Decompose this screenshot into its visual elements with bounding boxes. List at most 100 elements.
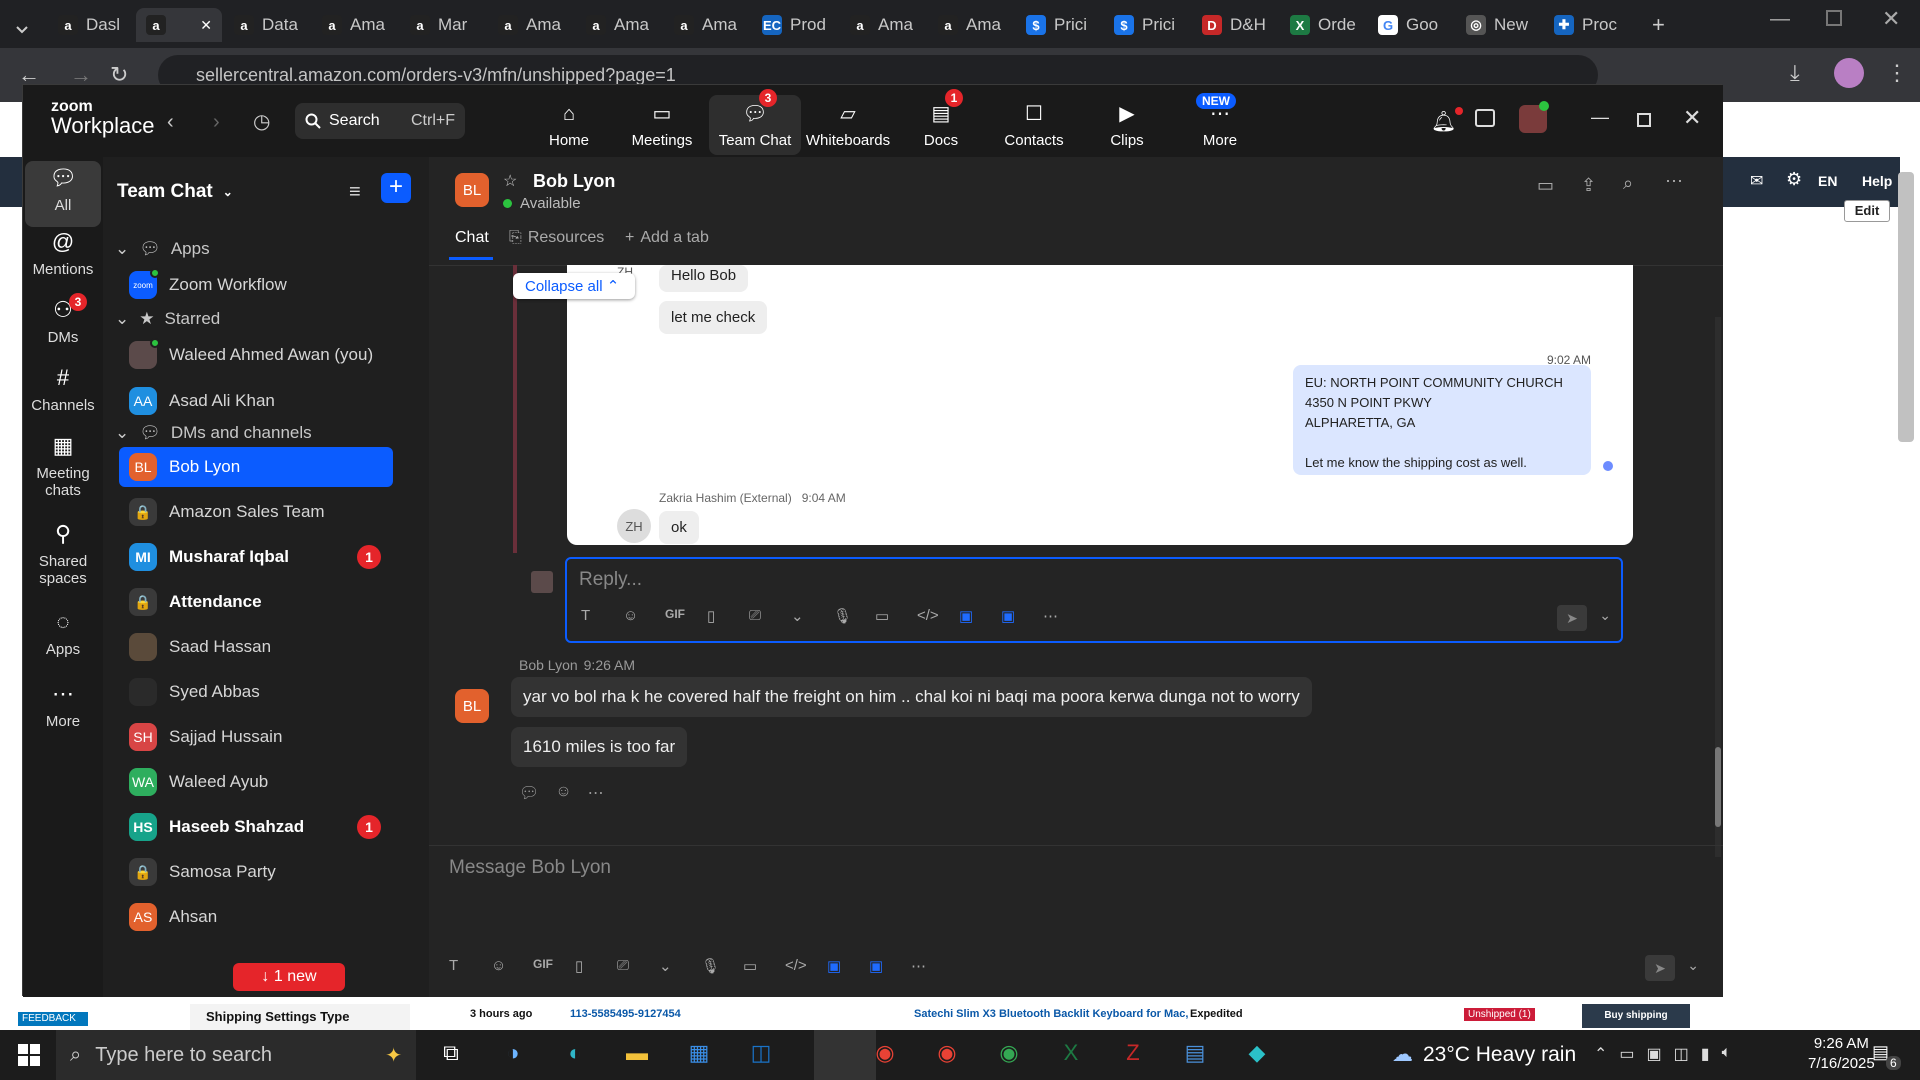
store-icon[interactable]: ▦ <box>684 1040 714 1070</box>
app-icon-1[interactable]: ▣ <box>959 607 973 625</box>
nav-meetings[interactable]: ▭ Meetings <box>616 95 708 155</box>
browser-tab[interactable]: X Orde <box>1280 8 1366 42</box>
dm-item[interactable]: HS Haseeb Shahzad 1 <box>119 807 393 847</box>
rail-shared-spaces[interactable]: ⚲ Shared spaces <box>23 521 103 587</box>
browser-tab[interactable]: EC Prod <box>752 8 838 42</box>
nav-more[interactable]: ⋯ More NEW <box>1174 93 1266 155</box>
copilot-icon[interactable]: ◑ <box>498 1040 528 1070</box>
product-link[interactable]: Satechi Slim X3 Bluetooth Backlit Keyboa… <box>914 1008 1188 1020</box>
close-icon[interactable]: ✕ <box>1882 6 1900 32</box>
collapse-all-button[interactable]: Collapse all ⌃ <box>513 273 635 299</box>
battery-icon[interactable]: ▮ <box>1701 1044 1710 1064</box>
mic-icon[interactable]: 🎙︎ <box>833 607 852 625</box>
section-apps[interactable]: ⌄ 💬︎ Apps <box>115 239 210 259</box>
buy-shipping-button[interactable]: Buy shipping <box>1582 1004 1690 1028</box>
share-screen-icon[interactable]: ⇪ <box>1581 175 1596 196</box>
app-icon-1[interactable]: ▣ <box>827 957 841 975</box>
contact-avatar[interactable]: BL <box>455 173 489 207</box>
star-outline-icon[interactable]: ☆ <box>503 171 517 191</box>
meet-icon[interactable]: ▣ <box>1647 1044 1662 1064</box>
send-icon[interactable]: ➤ <box>1645 955 1675 981</box>
volume-icon[interactable]: 🔈︎ <box>1722 1044 1732 1064</box>
file-icon[interactable]: ▯ <box>575 957 583 975</box>
sender-avatar[interactable]: BL <box>455 689 489 723</box>
new-messages-pill[interactable]: ↓ 1 new <box>233 963 345 991</box>
browser-tab[interactable]: a Mar <box>400 8 486 42</box>
dm-item[interactable]: MI Musharaf Iqbal 1 <box>119 537 393 577</box>
contact-name[interactable]: Bob Lyon <box>533 171 615 192</box>
app-icon-2[interactable]: ▣ <box>1001 607 1015 625</box>
screenshot-icon[interactable]: ⎚ <box>617 957 629 974</box>
gif-icon[interactable]: GIF <box>665 607 685 621</box>
emoji-icon[interactable]: ☺ <box>491 957 506 974</box>
sent-message-address[interactable]: EU: NORTH POINT COMMUNITY CHURCH 4350 N … <box>1293 365 1591 475</box>
forward-nav-icon[interactable]: › <box>213 111 220 134</box>
edge-icon[interactable]: ◐ <box>560 1040 590 1070</box>
browser-tab[interactable]: $ Prici <box>1104 8 1190 42</box>
browser-menu-icon[interactable]: ⋮ <box>1886 60 1908 86</box>
browser-tab[interactable]: a Ama <box>840 8 926 42</box>
browser-tab[interactable]: D D&H <box>1192 8 1278 42</box>
emoji-icon[interactable]: ☺ <box>623 607 638 624</box>
dm-item[interactable]: BL Bob Lyon <box>119 447 393 487</box>
browser-tab[interactable]: a Ama <box>312 8 398 42</box>
browser-tab[interactable]: a ✕ <box>136 8 222 42</box>
dm-item[interactable]: 🔒 Amazon Sales Team <box>119 492 393 532</box>
zoom-minimize-icon[interactable]: — <box>1591 107 1609 128</box>
feedback-tab[interactable]: FEEDBACK <box>18 1012 88 1026</box>
browser-tab[interactable]: G Goo <box>1368 8 1454 42</box>
help-link[interactable]: Help <box>1862 173 1892 189</box>
rail-meeting-chats[interactable]: ▦ Meeting chats <box>23 433 103 499</box>
video-message-icon[interactable]: ▭ <box>875 607 889 625</box>
tab-chat[interactable]: Chat <box>455 229 489 247</box>
video-call-icon[interactable]: ▭ <box>1537 175 1554 196</box>
browser-tab[interactable]: $ Prici <box>1016 8 1102 42</box>
send-options-icon[interactable]: ⌄ <box>1687 957 1699 974</box>
excel-icon[interactable]: X <box>1056 1040 1086 1070</box>
add-reaction-icon[interactable]: ☺ <box>555 783 571 803</box>
rail-channels[interactable]: # Channels <box>23 365 103 414</box>
screen-icon[interactable]: ◫ <box>1674 1044 1689 1064</box>
order-id-link[interactable]: 113-5585495-9127454 <box>570 1008 681 1020</box>
new-chat-button[interactable]: + <box>381 173 411 203</box>
weather-widget[interactable]: ☁ 23°C Heavy rain <box>1392 1042 1576 1067</box>
dm-item[interactable]: SH Sajjad Hussain <box>119 717 393 757</box>
screenshot-icon[interactable]: ⎚ <box>749 607 761 624</box>
browser-tab[interactable]: a Dasl <box>48 8 134 42</box>
section-dms[interactable]: ⌄ 💬︎ DMs and channels <box>115 423 312 443</box>
browser-tab[interactable]: a Ama <box>488 8 574 42</box>
dm-item[interactable]: Saad Hassan <box>119 627 393 667</box>
message-bubble-2[interactable]: 1610 miles is too far <box>511 727 688 767</box>
app-item-zoom-workflow[interactable]: zoom Zoom Workflow <box>119 265 393 305</box>
more-icon[interactable]: ⋯ <box>1043 607 1058 625</box>
browser-tab[interactable]: a Ama <box>664 8 750 42</box>
outlook-icon[interactable]: ◫ <box>746 1040 776 1070</box>
app-icon-2[interactable]: ▣ <box>869 957 883 975</box>
clock[interactable]: 9:26 AM 7/16/2025 <box>1808 1034 1875 1074</box>
video-message-icon[interactable]: ▭ <box>743 957 757 975</box>
taskbar-search[interactable]: ⌕ Type here to search ✦ <box>56 1030 416 1080</box>
zoom-close-icon[interactable]: ✕ <box>1683 105 1701 131</box>
code-icon[interactable]: </> <box>917 607 939 624</box>
tab-resources[interactable]: ⎘ Resources <box>509 229 604 247</box>
chat-more-icon[interactable]: ⋯ <box>1665 171 1683 192</box>
profile-avatar[interactable] <box>1834 58 1864 88</box>
language-select[interactable]: EN <box>1818 173 1837 189</box>
nav-team-chat[interactable]: 💬︎ Team Chat 3 <box>709 89 801 155</box>
rail-dms[interactable]: ⚇ DMs 3 <box>23 293 103 346</box>
windows-start-icon[interactable] <box>18 1044 40 1066</box>
thread-message-hello[interactable]: Hello Bob <box>659 265 749 292</box>
zoom-maximize-icon[interactable] <box>1637 113 1651 127</box>
filezilla-icon[interactable]: Z <box>1118 1040 1148 1070</box>
composer-input[interactable]: Message Bob Lyon <box>449 857 611 879</box>
nav-home[interactable]: ⌂ Home <box>523 95 615 155</box>
browser-tab[interactable]: ✚ Proc <box>1544 8 1630 42</box>
mic-icon[interactable]: 🎙︎ <box>701 957 720 975</box>
starred-item-asad[interactable]: AA Asad Ali Khan <box>119 381 393 421</box>
chrome-icon-3[interactable]: ◉ <box>994 1040 1024 1070</box>
starred-item-self[interactable]: Waleed Ahmed Awan (you) <box>119 335 393 375</box>
minimize-icon[interactable]: — <box>1770 8 1790 31</box>
browser-tab[interactable]: ◎ New <box>1456 8 1542 42</box>
code-icon[interactable]: </> <box>785 957 807 974</box>
dm-item[interactable]: WA Waleed Ayub <box>119 762 393 802</box>
